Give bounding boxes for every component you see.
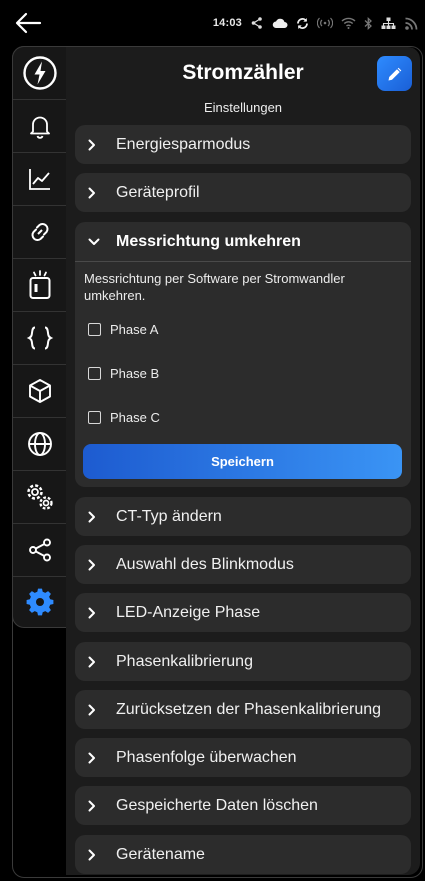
chevron-right-icon <box>88 752 102 764</box>
sidebar-item-statistics[interactable] <box>13 153 66 206</box>
accordion-led-anzeige[interactable]: LED-Anzeige Phase <box>75 593 411 632</box>
rss-icon <box>405 17 418 30</box>
accordion-phasenkalibrierung[interactable]: Phasenkalibrierung <box>75 642 411 681</box>
cube-icon <box>28 379 51 403</box>
share-icon <box>28 538 51 562</box>
sidebar-item-settings[interactable] <box>13 577 66 627</box>
gears-icon <box>26 484 53 510</box>
accordion-label: Phasenkalibrierung <box>116 652 253 670</box>
accordion-header-messrichtung[interactable]: Messrichtung umkehren <box>75 222 411 262</box>
sidebar-item-scripts[interactable] <box>13 312 66 365</box>
checkbox-phase-b[interactable]: Phase B <box>88 363 159 383</box>
checkbox-label: Phase A <box>110 321 159 337</box>
sidebar-item-home[interactable] <box>13 47 66 100</box>
accordion-zuruecksetzen[interactable]: Zurücksetzen der Phasenkalibrierung <box>75 690 411 729</box>
checkbox-box[interactable] <box>88 410 101 424</box>
sidebar-item-share[interactable] <box>13 524 66 577</box>
status-bar: 14:03 <box>0 0 425 46</box>
accordion-blinkmodus[interactable]: Auswahl des Blinkmodus <box>75 545 411 584</box>
bell-icon <box>29 116 50 139</box>
pencil-icon <box>388 67 401 80</box>
accordion-phasenfolge[interactable]: Phasenfolge überwachen <box>75 738 411 777</box>
accordion-energiesparmodus[interactable]: Energiesparmodus <box>75 125 411 164</box>
bluetooth-icon <box>364 16 372 30</box>
checkbox-label: Phase B <box>110 365 160 381</box>
chevron-right-icon <box>88 187 102 199</box>
checkbox-phase-a[interactable]: Phase A <box>88 319 158 339</box>
accordion-label: Auswahl des Blinkmodus <box>116 555 294 573</box>
radio-waves-icon <box>317 17 333 29</box>
accordion-ct-typ[interactable]: CT-Typ ändern <box>75 497 411 536</box>
sidebar-item-device[interactable] <box>13 259 66 312</box>
accordion-geraetename[interactable]: Gerätename <box>75 835 411 874</box>
settings-panel: Stromzähler Einstellungen Energiesparmod… <box>66 47 420 875</box>
accordion-geraeteprofil[interactable]: Geräteprofil <box>75 173 411 212</box>
sidebar-item-components[interactable] <box>13 365 66 418</box>
accordion-label: Gerätename <box>116 845 205 863</box>
accordion-label: Gespeicherte Daten löschen <box>116 796 318 814</box>
chevron-right-icon <box>88 656 102 668</box>
accordion-label: Geräteprofil <box>116 183 200 201</box>
save-button[interactable]: Speichern <box>83 444 402 479</box>
clock: 14:03 <box>212 17 242 29</box>
chevron-right-icon <box>88 511 102 523</box>
accordion-label: Phasenfolge überwachen <box>116 748 297 766</box>
page-subtitle: Einstellungen <box>203 100 283 115</box>
checkbox-phase-c[interactable]: Phase C <box>88 407 160 427</box>
accordion-label: Messrichtung umkehren <box>116 232 301 250</box>
chevron-right-icon <box>88 559 102 571</box>
network-icon <box>381 17 396 29</box>
link-icon <box>31 223 48 241</box>
share-status-icon <box>251 17 262 29</box>
chevron-right-icon <box>88 139 102 151</box>
accordion-label: Zurücksetzen der Phasenkalibrierung <box>116 700 382 718</box>
back-arrow-icon[interactable] <box>12 8 44 38</box>
chevron-right-icon <box>88 704 102 716</box>
meter-logo-icon <box>22 56 57 90</box>
sidebar-item-notifications[interactable] <box>13 100 66 153</box>
chevron-right-icon <box>88 800 102 812</box>
sync-icon <box>297 17 308 29</box>
sidebar-item-network[interactable] <box>13 418 66 471</box>
chevron-down-icon <box>88 238 102 246</box>
code-braces-icon <box>26 326 53 350</box>
chart-line-icon <box>28 169 50 190</box>
sidebar <box>12 46 66 628</box>
description-text: Messrichtung per Software per Stromwandl… <box>84 271 345 303</box>
page-title: Stromzähler <box>182 61 304 84</box>
settings-gear-icon <box>26 588 53 616</box>
cloud-icon <box>272 18 288 28</box>
checkbox-box[interactable] <box>88 322 101 336</box>
wifi-icon <box>341 17 356 29</box>
accordion-label: CT-Typ ändern <box>116 507 222 525</box>
accordion-daten-loeschen[interactable]: Gespeicherte Daten löschen <box>75 786 411 825</box>
sidebar-item-links[interactable] <box>13 206 66 259</box>
accordion-label: Energiesparmodus <box>116 135 251 153</box>
accordion-label: LED-Anzeige Phase <box>116 603 261 621</box>
edit-button[interactable] <box>377 56 412 91</box>
device-icon <box>29 270 50 299</box>
chevron-right-icon <box>88 849 102 861</box>
globe-icon <box>27 432 52 456</box>
accordion-messrichtung-open: Messrichtung umkehren Messrichtung per S… <box>75 222 411 487</box>
checkbox-label: Phase C <box>110 409 160 425</box>
chevron-right-icon <box>88 607 102 619</box>
checkbox-box[interactable] <box>88 366 101 380</box>
sidebar-item-advanced[interactable] <box>13 471 66 524</box>
